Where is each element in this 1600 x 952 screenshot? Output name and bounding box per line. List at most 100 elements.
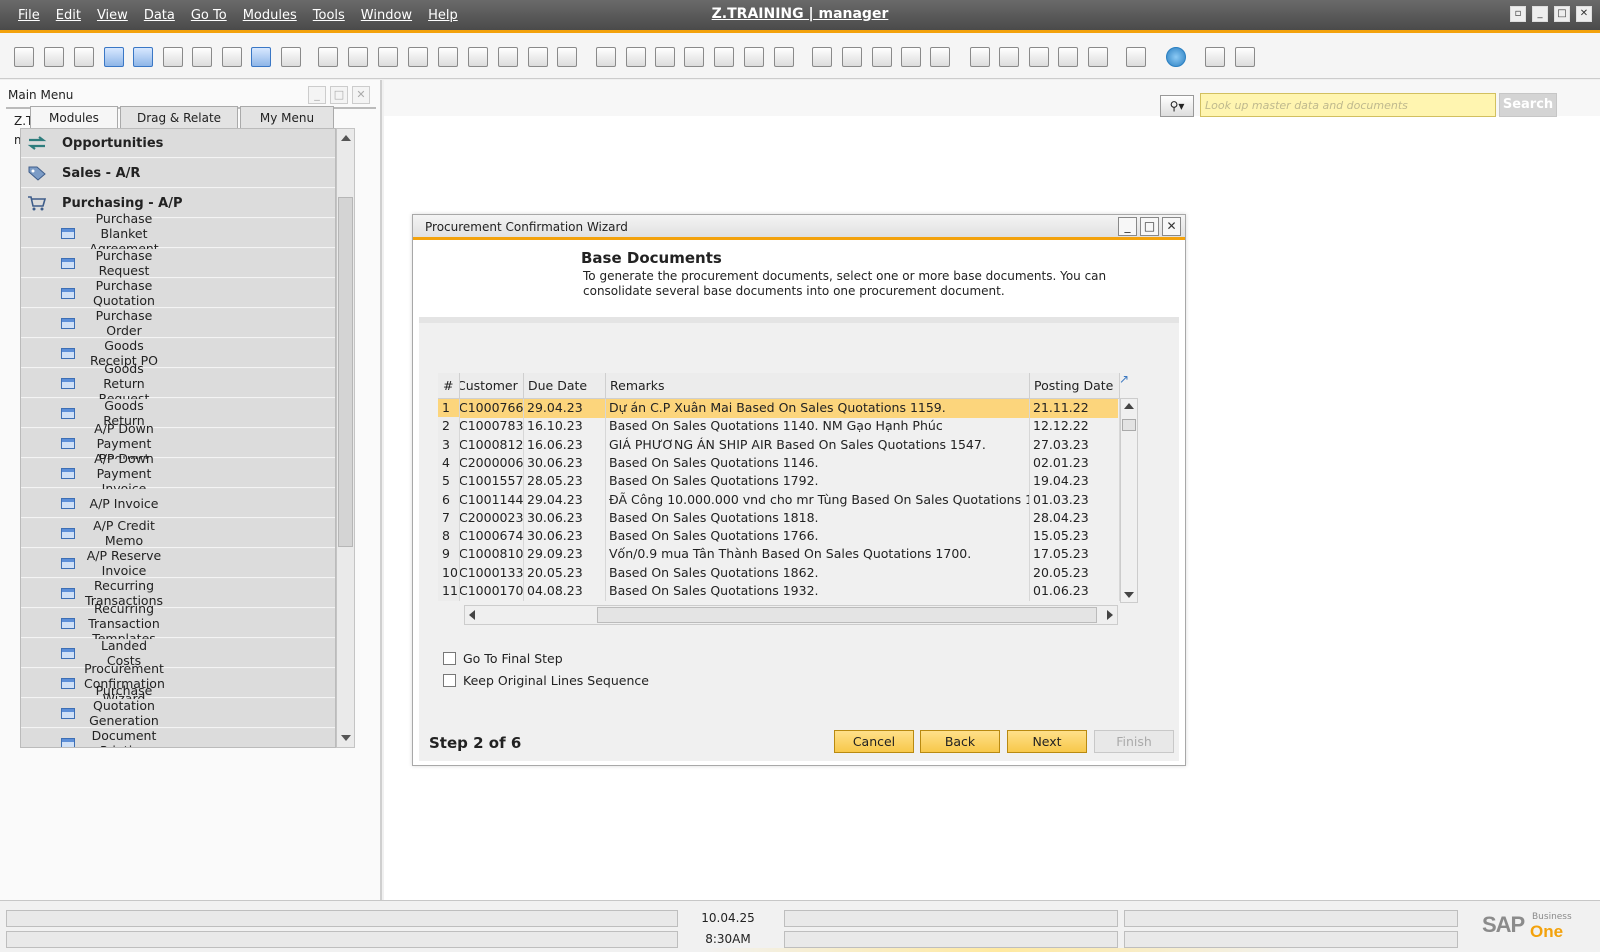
menu-item-purchase-order[interactable]: Purchase Order bbox=[21, 308, 335, 338]
menu-item-ap-invoice[interactable]: A/P Invoice bbox=[21, 489, 335, 518]
base-document-icon[interactable] bbox=[596, 47, 616, 67]
column-header-customer[interactable]: Customer bbox=[460, 373, 524, 399]
find-icon[interactable] bbox=[318, 47, 338, 67]
tab-my-menu[interactable]: My Menu bbox=[240, 106, 334, 128]
menu-window[interactable]: Window bbox=[361, 8, 412, 23]
table-row[interactable]: 10 C1000133 20.05.23 Based On Sales Quotati… bbox=[438, 563, 1120, 583]
scroll-down-icon[interactable] bbox=[341, 735, 351, 741]
menu-item-goods-receipt-po[interactable]: Goods Receipt PO bbox=[21, 338, 335, 368]
menu-item-purchase-quotation[interactable]: Purchase Quotation bbox=[21, 278, 335, 308]
next-button[interactable]: Next bbox=[1007, 730, 1087, 753]
mail-alert-icon[interactable] bbox=[999, 47, 1019, 67]
module-sales[interactable]: Sales - A/R bbox=[21, 159, 335, 188]
close-icon[interactable]: ✕ bbox=[1162, 217, 1181, 236]
menu-help[interactable]: Help bbox=[428, 8, 458, 23]
table-row[interactable]: 1 C1000766 29.04.23 Dự án C.P Xuân Mai Base… bbox=[438, 399, 1120, 418]
message-icon[interactable] bbox=[901, 47, 921, 67]
search-button[interactable]: Search bbox=[1499, 93, 1557, 117]
close-icon[interactable]: ✕ bbox=[1576, 6, 1592, 22]
previous-record-icon[interactable] bbox=[408, 47, 428, 67]
scroll-thumb[interactable] bbox=[597, 607, 1097, 623]
column-header-remarks[interactable]: Remarks bbox=[606, 373, 1030, 399]
layout-icon[interactable] bbox=[1235, 47, 1255, 67]
document-edit-icon[interactable] bbox=[872, 47, 892, 67]
word-icon[interactable] bbox=[192, 47, 212, 67]
column-header-due-date[interactable]: Due Date bbox=[524, 373, 606, 399]
tab-drag-relate[interactable]: Drag & Relate bbox=[120, 106, 238, 128]
scroll-thumb[interactable] bbox=[1122, 419, 1136, 431]
move-icon[interactable] bbox=[251, 47, 271, 67]
refresh-icon[interactable] bbox=[498, 47, 518, 67]
menu-item-purchase-blanket-agreement[interactable]: Purchase Blanket Agreement bbox=[21, 211, 335, 256]
table-row[interactable]: 7 C2000023 30.06.23 Based On Sales Quotatio… bbox=[438, 508, 1120, 528]
new-document-icon[interactable] bbox=[842, 47, 862, 67]
search-input[interactable] bbox=[1200, 93, 1496, 117]
menu-item-purchase-quotation-generation-wizard[interactable]: Purchase Quotation Generation Wizard bbox=[21, 683, 335, 743]
excel-icon[interactable] bbox=[163, 47, 183, 67]
maximize-icon[interactable]: □ bbox=[1554, 6, 1570, 22]
scroll-up-icon[interactable] bbox=[1124, 403, 1134, 409]
search-icon[interactable]: ⚲▾ bbox=[1160, 95, 1194, 117]
menu-item-recurring-transaction-templates[interactable]: Recurring Transaction Templates bbox=[21, 601, 335, 646]
email-icon[interactable] bbox=[74, 47, 94, 67]
maximize-icon[interactable]: □ bbox=[1140, 217, 1159, 236]
menu-item-landed-costs[interactable]: Landed Costs bbox=[21, 638, 335, 668]
menu-file[interactable]: File bbox=[18, 8, 40, 23]
help-icon[interactable] bbox=[1166, 47, 1186, 67]
menu-item-recurring-transactions[interactable]: Recurring Transactions bbox=[21, 578, 335, 608]
table-row[interactable]: 9 C1000810 29.09.23 Vốn/0.9 mua Tân Thành B… bbox=[438, 545, 1120, 564]
target-document-icon[interactable] bbox=[626, 47, 646, 67]
maximize-icon[interactable]: □ bbox=[330, 86, 348, 104]
sort-icon[interactable] bbox=[557, 47, 577, 67]
scroll-up-icon[interactable] bbox=[341, 135, 351, 141]
table-row[interactable]: 6 C1001144 29.04.23 ĐÃ Công 10.000.000 vnd … bbox=[438, 490, 1120, 510]
scroll-thumb[interactable] bbox=[338, 197, 353, 547]
menu-tools[interactable]: Tools bbox=[313, 8, 345, 23]
journal-icon[interactable] bbox=[714, 47, 734, 67]
minimize-icon[interactable]: _ bbox=[1532, 6, 1548, 22]
menu-item-document-printing[interactable]: Document Printing bbox=[21, 728, 335, 747]
menu-modules[interactable]: Modules bbox=[243, 8, 297, 23]
gross-profit-icon[interactable] bbox=[684, 47, 704, 67]
finish-button[interactable]: Finish bbox=[1094, 730, 1174, 753]
scroll-right-icon[interactable] bbox=[1107, 610, 1113, 620]
minimize-icon[interactable]: _ bbox=[308, 86, 326, 104]
report-icon[interactable] bbox=[1029, 47, 1049, 67]
fax-icon[interactable] bbox=[133, 47, 153, 67]
cancel-button[interactable]: Cancel bbox=[834, 730, 914, 753]
table-row[interactable]: 4 C2000006 30.06.23 Based On Sales Quotatio… bbox=[438, 453, 1120, 473]
module-opportunities[interactable]: Opportunities bbox=[21, 129, 335, 158]
payment-icon[interactable] bbox=[744, 47, 764, 67]
pdf-icon[interactable] bbox=[222, 47, 242, 67]
add-icon[interactable] bbox=[348, 47, 368, 67]
settings-icon[interactable] bbox=[1205, 47, 1225, 67]
back-button[interactable]: Back bbox=[920, 730, 1000, 753]
go-to-final-step-checkbox[interactable] bbox=[443, 652, 456, 665]
calendar-icon[interactable] bbox=[970, 47, 990, 67]
menu-item-ap-credit-memo[interactable]: A/P Credit Memo bbox=[21, 518, 335, 548]
scroll-left-icon[interactable] bbox=[469, 610, 475, 620]
grid-horizontal-scrollbar[interactable] bbox=[464, 605, 1118, 625]
table-row[interactable]: 2 C1000783 16.10.23 Based On Sales Quotatio… bbox=[438, 417, 1120, 436]
modules-scrollbar[interactable] bbox=[336, 128, 355, 748]
org-chart-icon[interactable] bbox=[1058, 47, 1078, 67]
menu-item-procurement-confirmation-wizard[interactable]: Procurement Confirmation Wizard bbox=[21, 661, 335, 706]
preview-icon[interactable] bbox=[14, 47, 34, 67]
module-purchasing[interactable]: Purchasing - A/P bbox=[21, 189, 335, 218]
expand-icon[interactable]: ↗ bbox=[1119, 373, 1131, 385]
menu-item-ap-down-payment-request[interactable]: A/P Down Payment Request bbox=[21, 421, 335, 466]
menu-data[interactable]: Data bbox=[144, 8, 175, 23]
menu-goto[interactable]: Go To bbox=[191, 8, 227, 23]
column-header-number[interactable]: # bbox=[438, 373, 460, 399]
table-row[interactable]: 3 C1000812 16.06.23 GIÁ PHƯƠNG ÁN SHIP AIR … bbox=[438, 435, 1120, 455]
next-record-icon[interactable] bbox=[438, 47, 458, 67]
menu-item-purchase-request[interactable]: Purchase Request bbox=[21, 248, 335, 278]
menu-item-ap-reserve-invoice[interactable]: A/P Reserve Invoice bbox=[21, 548, 335, 578]
filter-icon[interactable] bbox=[528, 47, 548, 67]
scroll-down-icon[interactable] bbox=[1124, 592, 1134, 598]
table-row[interactable]: 8 C1000674 30.06.23 Based On Sales Quotatio… bbox=[438, 527, 1120, 546]
relationship-map-icon[interactable] bbox=[655, 47, 675, 67]
sms-icon[interactable] bbox=[104, 47, 124, 67]
column-header-posting-date[interactable]: Posting Date bbox=[1030, 373, 1120, 399]
last-record-icon[interactable] bbox=[468, 47, 488, 67]
